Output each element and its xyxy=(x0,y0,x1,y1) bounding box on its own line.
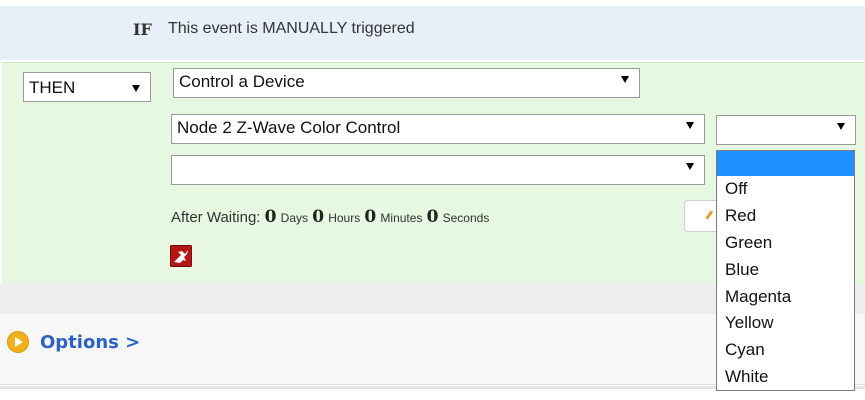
wait-seconds-value[interactable]: 0 xyxy=(427,207,439,227)
chevron-down-icon xyxy=(621,76,629,83)
then-type-select[interactable]: THEN xyxy=(23,72,151,102)
chevron-down-icon xyxy=(837,123,845,130)
action-value: Control a Device xyxy=(179,72,305,91)
dropdown-option[interactable]: White xyxy=(717,364,854,391)
wait-duration: After Waiting: 0 Days 0 Hours 0 Minutes … xyxy=(171,207,489,227)
color-dropdown-list[interactable]: Off Red Green Blue Magenta Yellow Cyan W… xyxy=(716,150,855,391)
color-select[interactable] xyxy=(716,115,856,145)
if-label: IF xyxy=(133,20,152,39)
chevron-down-icon xyxy=(132,85,140,92)
wait-days-value[interactable]: 0 xyxy=(265,207,277,227)
property-select[interactable] xyxy=(171,155,705,185)
dropdown-option[interactable]: Cyan xyxy=(717,337,854,364)
dropdown-option[interactable]: Magenta xyxy=(717,284,854,311)
dropdown-option[interactable]: Off xyxy=(717,176,854,203)
action-select[interactable]: Control a Device xyxy=(173,68,640,98)
delete-action-glyph xyxy=(174,250,188,263)
then-type-value: THEN xyxy=(29,78,76,97)
device-select[interactable]: Node 2 Z-Wave Color Control xyxy=(171,114,705,144)
wait-minutes-value[interactable]: 0 xyxy=(364,207,376,227)
delete-action-icon[interactable] xyxy=(170,245,192,267)
if-condition-row: IF This event is MANUALLY triggered xyxy=(0,6,865,60)
device-value: Node 2 Z-Wave Color Control xyxy=(177,118,401,137)
dropdown-option[interactable]: Yellow xyxy=(717,310,854,337)
wait-days-label: Days xyxy=(280,211,309,225)
wait-hours-value[interactable]: 0 xyxy=(312,207,324,227)
play-circle-icon xyxy=(8,332,28,352)
dropdown-option[interactable]: Red xyxy=(717,203,854,230)
chevron-down-icon xyxy=(686,122,694,129)
dropdown-option-empty[interactable] xyxy=(717,151,854,176)
dropdown-option[interactable]: Green xyxy=(717,230,854,257)
if-condition-text: This event is MANUALLY triggered xyxy=(168,20,415,37)
wait-minutes-label: Minutes xyxy=(380,211,423,225)
wait-seconds-label: Seconds xyxy=(442,211,490,225)
chevron-down-icon xyxy=(686,163,694,170)
options-link[interactable]: Options > xyxy=(40,332,140,353)
wait-hours-label: Hours xyxy=(328,211,361,225)
dropdown-option[interactable]: Blue xyxy=(717,257,854,284)
wait-label: After Waiting: xyxy=(171,209,261,226)
